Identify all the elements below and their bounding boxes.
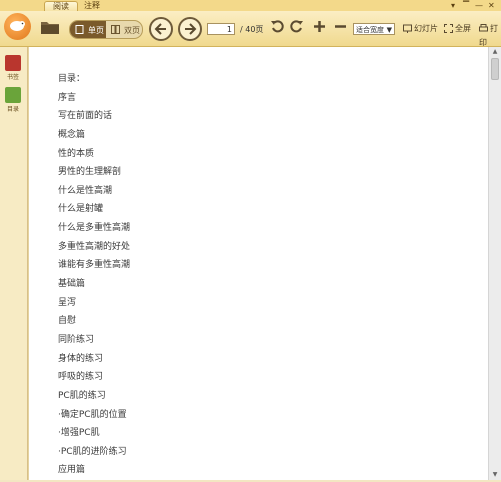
toc-entry[interactable]: 自慰: [58, 314, 130, 333]
single-page-label: 单页: [88, 26, 104, 35]
toc-entry[interactable]: 什么是射罐: [58, 202, 130, 221]
open-folder-icon[interactable]: [40, 19, 60, 35]
slideshow-label: 幻灯片: [414, 24, 438, 33]
minimize-icon[interactable]: —: [475, 0, 483, 11]
fit-mode-select[interactable]: 适合宽度 ▼: [353, 23, 395, 35]
scroll-down-icon[interactable]: ▼: [490, 470, 500, 480]
toolbar: 单页 双页 1 / 40页 适合宽度 ▼ 幻灯片 全屏 打印: [0, 11, 501, 47]
sidebar-item-toc[interactable]: 目录: [3, 87, 23, 113]
table-of-contents: 目录： 序言 写在前面的话 概念篇 性的本质 男性的生理解剖 什么是性高潮 什么是射罐 什么是多…: [58, 72, 130, 482]
fullscreen-icon: [444, 24, 453, 33]
scrollbar-thumb[interactable]: [491, 58, 499, 80]
toc-entry[interactable]: 序言: [58, 91, 130, 110]
single-page-icon: [75, 25, 84, 34]
zoom-in-icon[interactable]: [312, 19, 327, 34]
toc-entry[interactable]: 应用篇: [58, 463, 130, 482]
toc-entry[interactable]: 呈泻: [58, 296, 130, 315]
double-page-label: 双页: [124, 26, 140, 35]
toc-icon: [5, 87, 21, 103]
view-mode-toggle: 单页 双页: [69, 20, 143, 39]
toc-entry[interactable]: 男性的生理解剖: [58, 165, 130, 184]
toc-entry[interactable]: 目录：: [58, 72, 130, 91]
double-page-icon: [111, 25, 120, 34]
vertical-scrollbar[interactable]: ▲ ▼: [488, 47, 501, 480]
menu-dropdown-icon[interactable]: ▾: [451, 0, 455, 11]
tab-annotate[interactable]: 注释: [76, 1, 108, 11]
fullscreen-label: 全屏: [455, 24, 471, 33]
slideshow-button[interactable]: 幻灯片: [403, 22, 438, 36]
page-number-input[interactable]: 1: [207, 23, 235, 35]
chevron-down-icon: ▼: [386, 26, 392, 34]
toc-entry[interactable]: 谁能有多重性高潮: [58, 258, 130, 277]
toc-entry[interactable]: PC肌的练习: [58, 389, 130, 408]
previous-page-button[interactable]: [149, 17, 173, 41]
toc-entry[interactable]: ·确定PC肌的位置: [58, 408, 130, 427]
rotate-right-icon[interactable]: [289, 19, 304, 34]
close-icon[interactable]: ✕: [488, 0, 495, 11]
toc-entry[interactable]: 身体的练习: [58, 352, 130, 371]
print-button[interactable]: 打印: [479, 22, 501, 50]
rotate-left-icon[interactable]: [270, 19, 285, 34]
arrow-left-icon: [154, 23, 166, 35]
tab-strip: 阅读 注释 ▾ ▔ — ✕: [0, 0, 501, 12]
document-page: 目录： 序言 写在前面的话 概念篇 性的本质 男性的生理解剖 什么是性高潮 什么是射罐 什么是多…: [28, 47, 489, 480]
print-icon: [479, 24, 488, 32]
sidebar-item-bookmarks[interactable]: 书签: [3, 55, 23, 81]
scroll-up-icon[interactable]: ▲: [490, 47, 500, 57]
sidebar-item-label: 目录: [6, 106, 19, 113]
bookmark-icon: [5, 55, 21, 71]
fit-mode-value: 适合宽度: [356, 26, 384, 34]
single-page-button[interactable]: 单页: [70, 21, 106, 38]
zoom-out-icon[interactable]: [333, 19, 348, 34]
toc-entry[interactable]: 什么是多重性高潮: [58, 221, 130, 240]
skin-icon[interactable]: ▔: [463, 0, 469, 11]
fullscreen-button[interactable]: 全屏: [444, 22, 471, 36]
app-logo[interactable]: [4, 13, 31, 40]
toc-entry[interactable]: 基础篇: [58, 277, 130, 296]
toc-entry[interactable]: 什么是性高潮: [58, 184, 130, 203]
toc-entry[interactable]: ·增强PC肌: [58, 426, 130, 445]
toc-entry[interactable]: 概念篇: [58, 128, 130, 147]
toc-entry[interactable]: 多重性高潮的好处: [58, 240, 130, 259]
sheep-icon: [10, 21, 25, 31]
page-total: / 40页: [240, 25, 264, 34]
double-page-button[interactable]: 双页: [106, 21, 142, 38]
toc-entry[interactable]: 性的本质: [58, 147, 130, 166]
toc-entry[interactable]: ·PC肌的进阶练习: [58, 445, 130, 464]
next-page-button[interactable]: [178, 17, 202, 41]
sidebar-item-label: 书签: [6, 74, 19, 81]
toc-entry[interactable]: 写在前面的话: [58, 109, 130, 128]
arrow-right-icon: [185, 23, 197, 35]
side-panel: 书签 目录: [0, 47, 28, 480]
slideshow-icon: [403, 24, 412, 33]
toc-entry[interactable]: 同阶练习: [58, 333, 130, 352]
toc-entry[interactable]: 呼吸的练习: [58, 370, 130, 389]
